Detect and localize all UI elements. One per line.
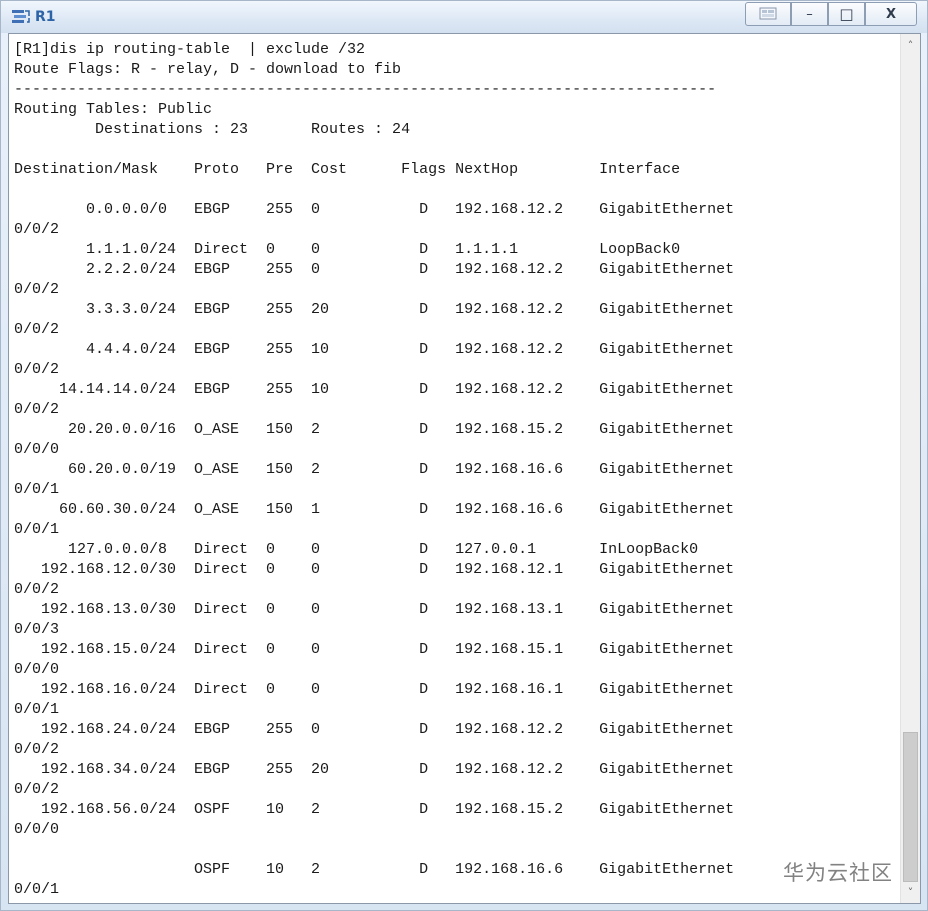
maximize-button[interactable]: □ <box>828 2 865 26</box>
terminal-line: Destination/Mask Proto Pre Cost Flags Ne… <box>14 161 681 178</box>
vertical-scrollbar[interactable]: ˄ ˅ <box>900 34 920 903</box>
terminal-line: ----------------------------------------… <box>14 81 717 98</box>
terminal-line: 0/0/1 <box>14 521 60 538</box>
terminal-line: 0/0/1 <box>14 481 60 498</box>
terminal-line: 192.168.15.0/24 Direct 0 0 D 192.168.15.… <box>14 641 735 658</box>
terminal-line: 127.0.0.0/8 Direct 0 0 D 127.0.0.1 InLoo… <box>14 541 699 558</box>
terminal-line: Routing Tables: Public <box>14 101 213 118</box>
terminal-line: Destinations : 23 Routes : 24 <box>14 121 411 138</box>
terminal-line: 192.168.13.0/30 Direct 0 0 D 192.168.13.… <box>14 601 735 618</box>
terminal-line: 1.1.1.0/24 Direct 0 0 D 1.1.1.1 LoopBack… <box>14 241 681 258</box>
terminal-line: 60.60.30.0/24 O_ASE 150 1 D 192.168.16.6… <box>14 501 735 518</box>
terminal-line: [R1]dis ip routing-table | exclude /32 <box>14 41 366 58</box>
terminal-line: 192.168.24.0/24 EBGP 255 0 D 192.168.12.… <box>14 721 735 738</box>
terminal-line: Route Flags: R - relay, D - download to … <box>14 61 402 78</box>
terminal-line: OSPF 10 2 D 192.168.16.6 GigabitEthernet <box>14 861 735 878</box>
scroll-down-arrow-icon[interactable]: ˅ <box>901 883 920 901</box>
window-restore-button[interactable] <box>745 2 791 26</box>
terminal-line: 0/0/2 <box>14 741 60 758</box>
terminal-window: R1 – □ X 0[R1]dis ip routing-table | exc… <box>0 0 928 911</box>
terminal-line: 0/0/3 <box>14 621 60 638</box>
terminal-line: 0/0/2 <box>14 581 60 598</box>
title-bar[interactable]: R1 – □ X <box>1 1 927 33</box>
terminal-line: 14.14.14.0/24 EBGP 255 10 D 192.168.12.2… <box>14 381 735 398</box>
minimize-button[interactable]: – <box>791 2 828 26</box>
terminal-line: 0/0/0 <box>14 441 60 458</box>
terminal-line: 60.20.0.0/19 O_ASE 150 2 D 192.168.16.6 … <box>14 461 735 478</box>
close-button[interactable]: X <box>865 2 917 26</box>
terminal-line: 0/0/2 <box>14 281 60 298</box>
terminal-line: 0.0.0.0/0 EBGP 255 0 D 192.168.12.2 Giga… <box>14 201 735 218</box>
terminal-line: 0/0/2 <box>14 781 60 798</box>
terminal-line: 3.3.3.0/24 EBGP 255 20 D 192.168.12.2 Gi… <box>14 301 735 318</box>
terminal-line: 192.168.16.0/24 Direct 0 0 D 192.168.16.… <box>14 681 735 698</box>
terminal-line: 0/0/2 <box>14 321 60 338</box>
maximize-icon: □ <box>839 5 854 23</box>
terminal-line: 0/0/2 <box>14 361 60 378</box>
minimize-icon: – <box>806 6 813 22</box>
scroll-thumb[interactable] <box>903 732 918 882</box>
terminal-output[interactable]: 0[R1]dis ip routing-table | exclude /32 R… <box>14 34 899 903</box>
terminal-line: 20.20.0.0/16 O_ASE 150 2 D 192.168.15.2 … <box>14 421 735 438</box>
terminal-line: 0/0/2 <box>14 401 60 418</box>
terminal-line: 0 <box>14 34 41 40</box>
terminal-line: 192.168.12.0/30 Direct 0 0 D 192.168.12.… <box>14 561 735 578</box>
terminal-line: 0/0/2 <box>14 221 60 238</box>
terminal-line: 0/0/0 <box>14 661 60 678</box>
window-restore-icon <box>759 7 777 20</box>
terminal-line: 0/0/1 <box>14 701 60 718</box>
terminal-line: 192.168.34.0/24 EBGP 255 20 D 192.168.12… <box>14 761 735 778</box>
terminal-line: 0/0/1 <box>14 881 60 898</box>
watermark-text: 华为云社区 <box>783 861 893 885</box>
terminal-line: 4.4.4.0/24 EBGP 255 10 D 192.168.12.2 Gi… <box>14 341 735 358</box>
terminal-line: 0/0/0 <box>14 821 60 838</box>
terminal-line: 192.168.56.0/24 OSPF 10 2 D 192.168.15.2… <box>14 801 735 818</box>
terminal-client-area[interactable]: 0[R1]dis ip routing-table | exclude /32 R… <box>8 33 921 904</box>
close-icon: X <box>885 6 897 22</box>
window-title: R1 <box>35 9 56 25</box>
terminal-line: 2.2.2.0/24 EBGP 255 0 D 192.168.12.2 Gig… <box>14 261 735 278</box>
router-terminal-icon <box>12 10 30 23</box>
scroll-up-arrow-icon[interactable]: ˄ <box>901 36 920 54</box>
